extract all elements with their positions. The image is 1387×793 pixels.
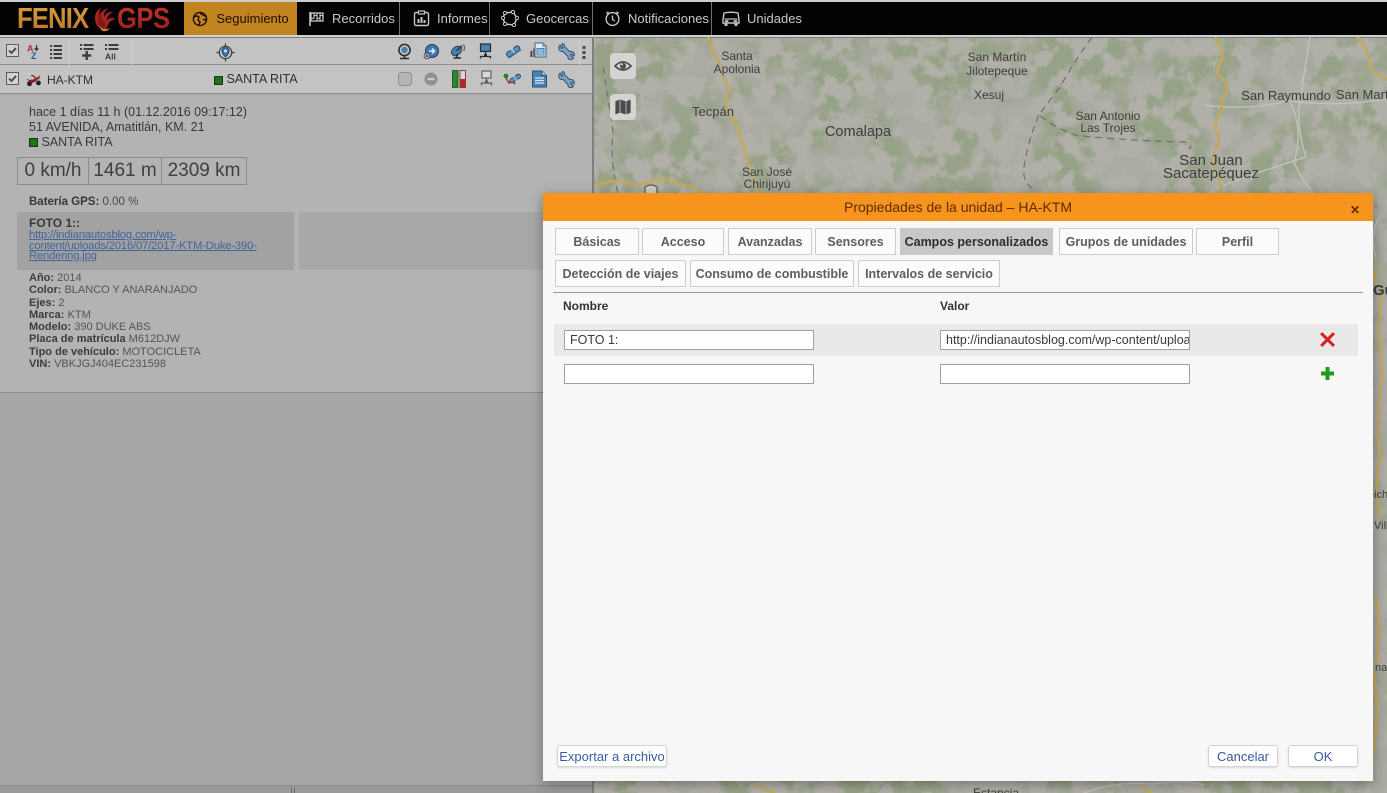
svg-text:San Raymundo: San Raymundo [1241,88,1331,103]
svg-text:Z: Z [31,51,37,59]
svg-text:San Martín: San Martín [968,50,1027,64]
svg-text:Tecpán: Tecpán [692,104,734,119]
svg-text:Gu: Gu [1373,282,1387,299]
svg-text:Comalapa: Comalapa [825,124,892,140]
svg-text:Estancia: Estancia [973,786,1019,793]
svg-text:na: na [1375,662,1387,674]
svg-text:ich: ich [1374,489,1387,501]
svg-text:San Martí: San Martí [1336,87,1387,102]
svg-text:Las Trojes: Las Trojes [1080,121,1135,135]
svg-text:Vill: Vill [1374,520,1387,532]
svg-text:Chirijuyú: Chirijuyú [744,177,791,191]
svg-text:Apolonia: Apolonia [714,62,761,76]
svg-text:Santa: Santa [721,49,753,63]
svg-text:All: All [105,52,116,61]
svg-text:Jilotepeque: Jilotepeque [966,64,1028,78]
svg-text:Sacatepéquez: Sacatepéquez [1163,165,1259,182]
svg-text:Xesuj: Xesuj [974,88,1004,102]
